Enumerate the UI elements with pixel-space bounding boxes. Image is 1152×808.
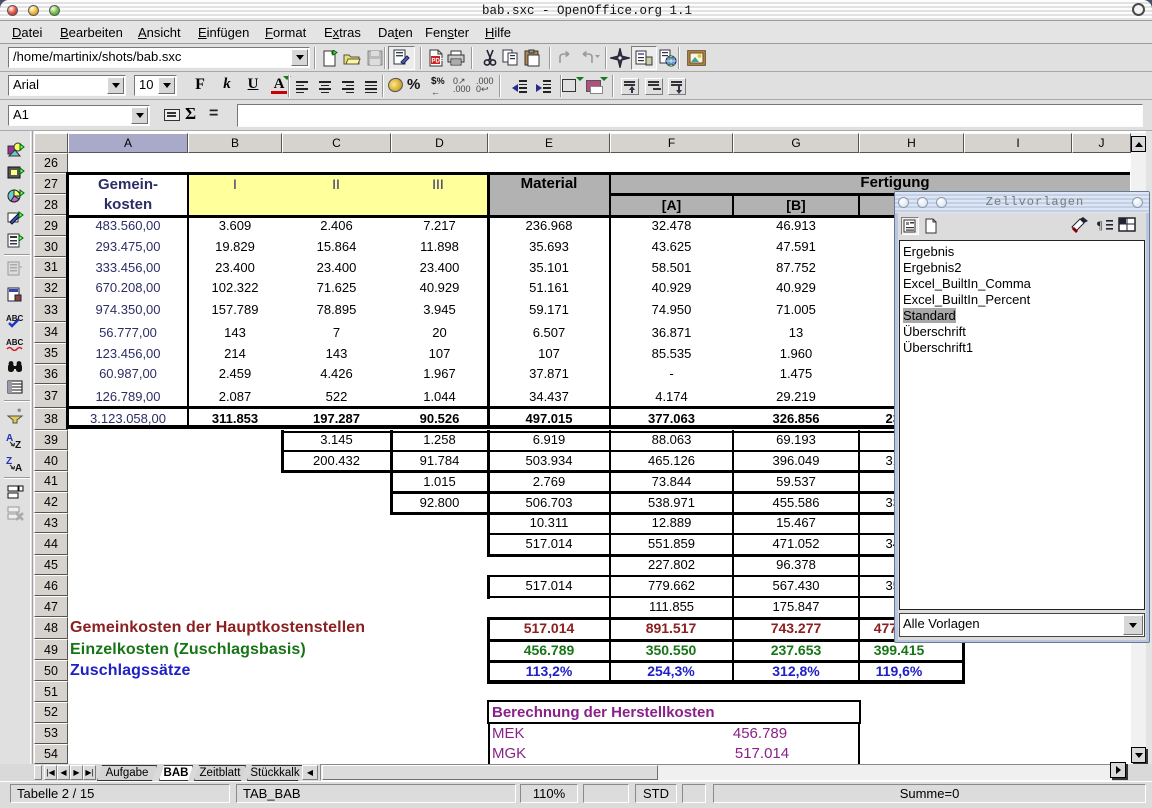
svg-text:A: A — [15, 463, 22, 472]
svg-text:ABC: ABC — [6, 338, 24, 347]
svg-text:A: A — [6, 433, 13, 444]
svg-text:PDF: PDF — [432, 59, 444, 65]
svg-text:Z: Z — [15, 440, 21, 449]
svg-text:¶: ¶ — [1097, 218, 1103, 232]
